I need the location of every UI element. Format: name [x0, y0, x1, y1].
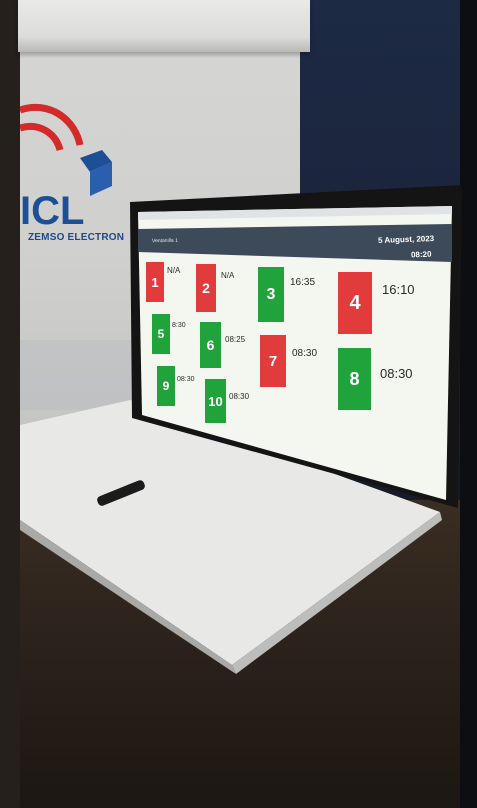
ticket-time-3: 16:35	[290, 277, 316, 288]
ticket-time-7: 08:30	[292, 348, 318, 359]
ticket-tile-3: 3	[258, 267, 284, 322]
ticket-number: 7	[268, 352, 278, 370]
ticket-time-2: N/A	[221, 271, 235, 280]
ticket-time-8: 08:30	[380, 366, 413, 381]
ticket-time-10: 08:30	[229, 392, 250, 401]
ticket-number: 8	[349, 368, 360, 389]
ticket-tile-6: 6	[200, 322, 221, 368]
ticket-time-1: N/A	[167, 266, 181, 275]
ticket-time-6: 08:25	[225, 335, 246, 344]
ticket-tile-9: 9	[157, 366, 175, 406]
ticket-number: 2	[202, 280, 210, 296]
ticket-tile-10: 10	[205, 379, 226, 423]
ticket-number: 4	[349, 291, 361, 314]
ticket-tile-7: 7	[260, 335, 286, 387]
ticket-tile-2: 2	[196, 264, 216, 312]
ticket-number: 1	[151, 274, 159, 290]
ticket-number: 3	[266, 285, 276, 303]
ticket-time-9: 08:30	[177, 376, 195, 383]
ticket-time-5: 8:30	[172, 322, 186, 329]
ticket-tile-8: 8	[338, 348, 371, 410]
photo-scene: ICL ZEMSO ELECTRON Ventanilla 1 5 August…	[0, 0, 477, 808]
header-time: 08:20	[410, 249, 432, 260]
ticket-tile-4: 4	[338, 272, 372, 334]
ticket-number: 10	[208, 393, 223, 409]
ticket-tile-1: 1	[146, 262, 164, 302]
ticket-tile-5: 5	[152, 314, 170, 354]
ticket-number: 6	[206, 337, 215, 353]
header-title: Ventanilla 1	[151, 237, 178, 245]
monitor	[130, 185, 462, 508]
ticket-number: 9	[162, 379, 170, 393]
ticket-time-4: 16:10	[382, 282, 415, 297]
ticket-number: 5	[157, 327, 165, 341]
